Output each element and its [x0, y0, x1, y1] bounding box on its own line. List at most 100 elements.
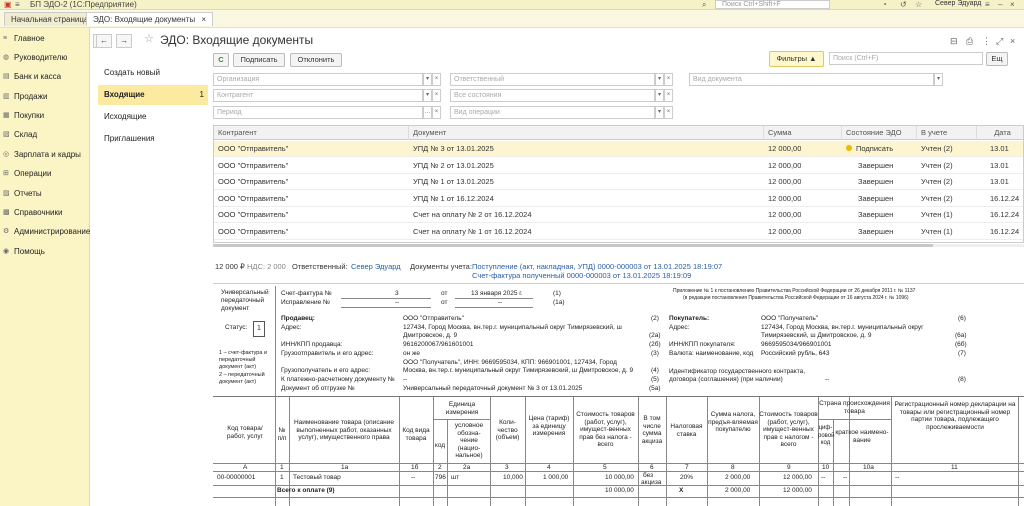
dropdown-icon[interactable]: ▾: [655, 106, 664, 119]
favorite-star-icon[interactable]: ☆: [144, 32, 154, 45]
cell-text: 13.01: [990, 144, 1009, 153]
responsible-link[interactable]: Север Эдуард: [351, 262, 401, 271]
table-row[interactable]: ООО "Отправитель" Счет на оплату № 2 от 1…: [214, 207, 1023, 223]
clear-icon[interactable]: ×: [664, 106, 673, 119]
item-excise: без: [643, 472, 654, 479]
settings-icon[interactable]: ≡: [985, 0, 990, 9]
dropdown-icon[interactable]: ▾: [655, 73, 664, 86]
user-name[interactable]: Север Эдуард: [935, 0, 981, 7]
calendar-icon[interactable]: …: [423, 106, 432, 119]
clear-icon[interactable]: ×: [432, 89, 441, 102]
operation-kind-filter[interactable]: Вид операции: [450, 106, 655, 119]
sign-button[interactable]: Подписать: [233, 53, 285, 67]
sidebar-item-salary[interactable]: ◎ Зарплата и кадры: [0, 147, 90, 163]
subnav-invitations[interactable]: Приглашения: [98, 129, 208, 149]
refresh-button[interactable]: C: [213, 53, 229, 67]
subnav-outgoing[interactable]: Исходящие: [98, 107, 208, 127]
dropdown-icon[interactable]: ▾: [423, 89, 432, 102]
line-number: (6б): [955, 341, 967, 348]
status-filter[interactable]: Все состояния: [450, 89, 655, 102]
cell-sum: 12 000,00: [768, 224, 801, 240]
responsible-filter[interactable]: Ответственный: [450, 73, 655, 86]
scroll-thumb[interactable]: [213, 244, 933, 247]
sidebar-item-sales[interactable]: ▥ Продажи: [0, 89, 90, 105]
global-search-input[interactable]: Поиск Ctrl+Shift+F: [715, 0, 830, 9]
column-header[interactable]: Дата: [977, 126, 1023, 140]
star-icon[interactable]: ☆: [915, 0, 922, 9]
correction-number: --: [395, 299, 400, 306]
close-window-icon[interactable]: ×: [1010, 0, 1015, 9]
reject-button[interactable]: Отклонить: [290, 53, 342, 67]
cell-text: Завершен: [858, 210, 894, 219]
print-icon[interactable]: ⎙: [966, 36, 973, 47]
invoice-doc-link[interactable]: Счет-фактура полученный 0000-000003 от 1…: [472, 271, 691, 280]
clear-icon[interactable]: ×: [664, 89, 673, 102]
menu-icon[interactable]: ≡: [15, 0, 20, 9]
subnav-label: Исходящие: [104, 112, 147, 121]
column-header[interactable]: Документ: [409, 126, 764, 140]
more-icon[interactable]: ⋮: [982, 36, 991, 47]
warehouse-icon: ▧: [3, 131, 10, 138]
sidebar-item-operations[interactable]: ⊞ Операции: [0, 166, 90, 182]
tab-home[interactable]: Начальная страница: [4, 12, 96, 26]
clear-icon[interactable]: ×: [432, 106, 441, 119]
sidebar-item-purchases[interactable]: ▦ Покупки: [0, 108, 90, 124]
table-row[interactable]: ООО "Отправитель" УПД № 3 от 13.01.2025 12…: [214, 141, 1023, 157]
table-row[interactable]: ООО "Отправитель" Счет на оплату № 1 от 1…: [214, 224, 1023, 240]
table-row[interactable]: ООО "Отправитель" УПД № 1 от 16.12.2024 12…: [214, 191, 1023, 207]
history-icon[interactable]: ↺: [900, 0, 907, 9]
doc-type-filter[interactable]: Вид документа: [689, 73, 934, 86]
total-sum: 12 000 ₽: [215, 262, 245, 271]
bell-icon[interactable]: ◔: [882, 0, 887, 9]
sidebar-item-warehouse[interactable]: ▧ Склад: [0, 127, 90, 143]
shipdoc: Универсальный передаточный документ № 3 …: [403, 385, 583, 392]
sidebar-item-admin[interactable]: ⚙ Администрирование: [0, 224, 90, 240]
seller-name: ООО "Отправитель": [403, 315, 464, 322]
back-button[interactable]: ←: [96, 34, 112, 48]
expand-icon[interactable]: ⤢: [996, 36, 1003, 47]
link-icon[interactable]: ⊟: [950, 36, 958, 47]
currency-label: Валюта: наименование, код: [669, 350, 754, 357]
column-header[interactable]: Сумма: [764, 126, 842, 140]
minimize-icon[interactable]: –: [998, 0, 1002, 9]
forward-button[interactable]: →: [116, 34, 132, 48]
counterparty-filter[interactable]: Контрагент: [213, 89, 423, 102]
column-header[interactable]: В учете: [917, 126, 977, 140]
subnav-incoming[interactable]: Входящие 1: [98, 85, 208, 105]
cell-date: 16.12.24: [990, 224, 1019, 240]
col-number: 11: [951, 464, 958, 471]
list-search-input[interactable]: Поиск (Ctrl+F): [829, 52, 983, 65]
clear-icon[interactable]: ×: [664, 73, 673, 86]
period-filter[interactable]: Период: [213, 106, 423, 119]
horizontal-scrollbar[interactable]: [213, 244, 1024, 247]
invoice-label: Счет-фактура №: [281, 290, 332, 297]
upd-title: передаточный: [221, 297, 265, 304]
dropdown-icon[interactable]: ▾: [934, 73, 943, 86]
close-icon[interactable]: ×: [1010, 36, 1015, 46]
sidebar-item-references[interactable]: ▩ Справочники: [0, 205, 90, 221]
dropdown-icon[interactable]: ▾: [423, 73, 432, 86]
manager-icon: ◍: [3, 54, 10, 61]
column-header[interactable]: Состояние ЭДО: [842, 126, 917, 140]
subnav-create[interactable]: Создать новый: [98, 63, 208, 83]
column-header[interactable]: Контрагент: [214, 126, 409, 140]
dropdown-icon[interactable]: ▾: [655, 89, 664, 102]
tab-edo-incoming[interactable]: ЭДО: Входящие документы ×: [86, 12, 214, 26]
accounting-doc-link[interactable]: Поступление (акт, накладная, УПД) 0000-0…: [472, 262, 722, 271]
more-button[interactable]: Ещ: [986, 52, 1008, 66]
sidebar-item-help[interactable]: ◉ Помощь: [0, 244, 90, 260]
upd-title: документ: [221, 305, 250, 312]
table-row[interactable]: ООО "Отправитель" УПД № 1 от 13.01.2025 12…: [214, 174, 1023, 190]
sidebar-item-bank[interactable]: ▤ Банк и касса: [0, 69, 90, 85]
col-number: 1б: [411, 464, 419, 471]
sidebar-item-label: Помощь: [14, 247, 45, 256]
sidebar-item-manager[interactable]: ◍ Руководителю: [0, 50, 90, 66]
sidebar-item-main[interactable]: ≡ Главное: [0, 31, 90, 47]
table-row[interactable]: ООО "Отправитель" УПД № 2 от 13.01.2025 12…: [214, 158, 1023, 174]
tab-close-icon[interactable]: ×: [201, 15, 206, 24]
items-table: Код товара/ работ, услуг № п/п Наименова…: [213, 396, 1024, 506]
clear-icon[interactable]: ×: [432, 73, 441, 86]
sidebar-item-reports[interactable]: ▨ Отчеты: [0, 186, 90, 202]
organization-filter[interactable]: Организация: [213, 73, 423, 86]
filters-button[interactable]: Фильтры ▲: [769, 51, 824, 67]
